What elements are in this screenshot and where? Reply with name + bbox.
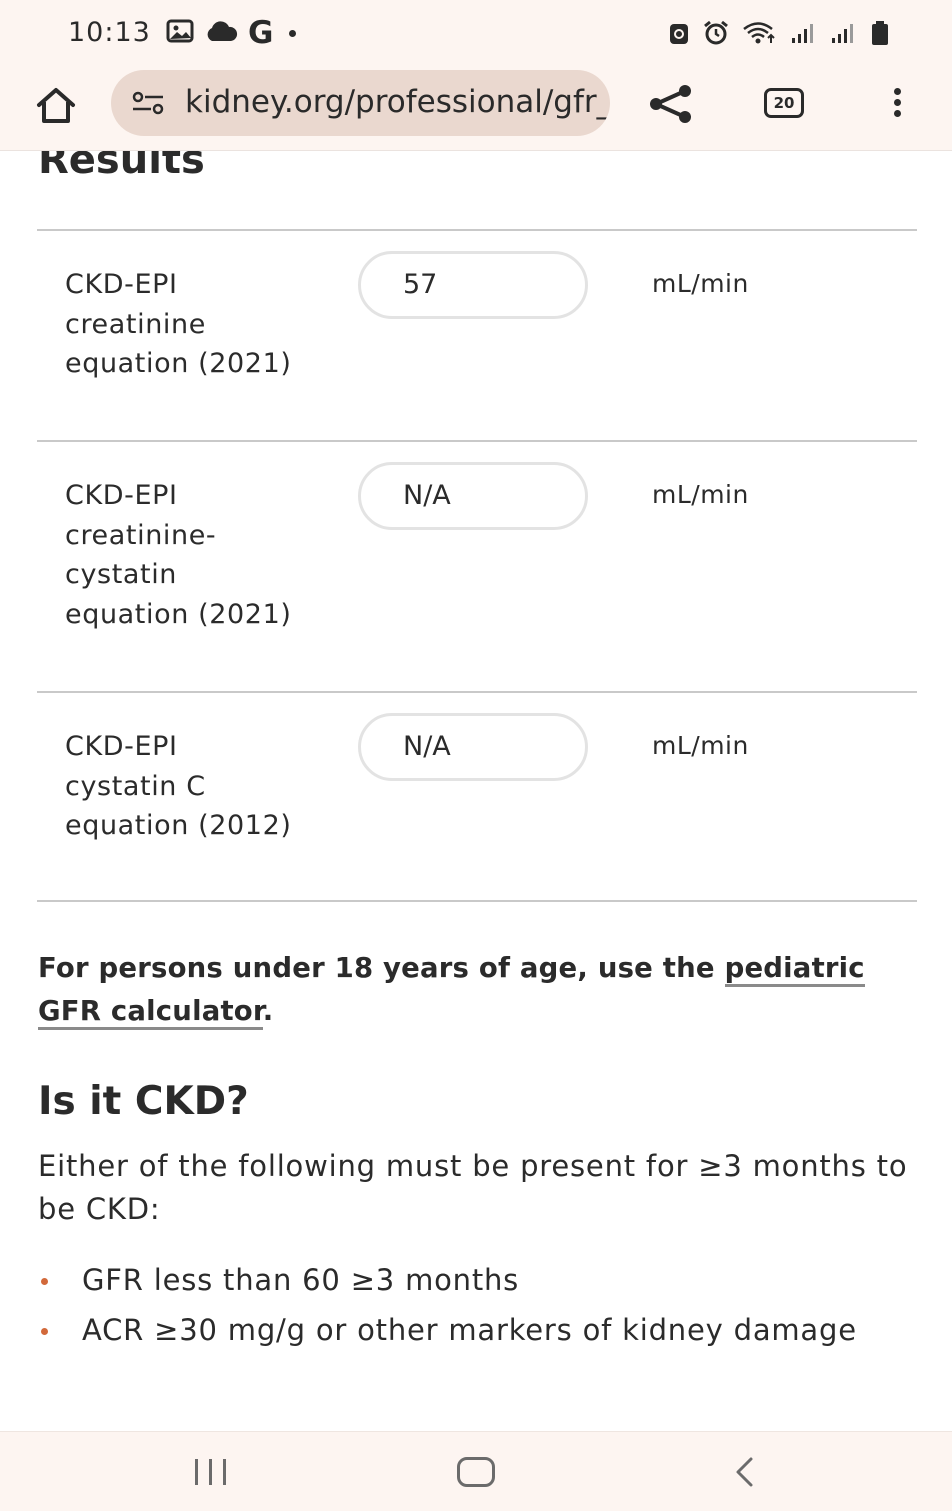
pediatric-note-suffix: . [262,995,274,1027]
result-row: CKD-EPI creatinine-cystatin equation (20… [37,440,917,691]
status-bar: 10:13 G [0,0,952,68]
tabs-count-button[interactable]: 20 [764,88,804,118]
result-unit: mL/min [652,480,749,509]
ckd-heading: Is it CKD? [38,1079,249,1124]
results-table: CKD-EPI creatinine equation (2021) 57 mL… [37,229,917,902]
result-unit: mL/min [652,269,749,298]
share-icon[interactable] [648,84,694,124]
browser-toolbar: kidney.org/professional/gfr_calculator 2… [0,68,952,151]
wifi-icon [742,21,778,49]
battery-icon [870,20,890,50]
ckd-criteria-list: GFR less than 60 ≥3 months ACR ≥30 mg/g … [38,1259,918,1359]
pediatric-note: For persons under 18 years of age, use t… [38,947,918,1033]
signal-icon [790,22,818,48]
result-label: CKD-EPI creatinine-cystatin equation (20… [65,480,292,630]
result-value-field: N/A [358,713,588,781]
vpn-lock-icon [668,20,690,50]
back-icon[interactable] [731,1456,757,1488]
bullet-icon [41,1278,48,1285]
list-item: GFR less than 60 ≥3 months [38,1259,918,1302]
site-settings-icon[interactable] [131,90,165,116]
recents-icon[interactable] [191,1458,231,1486]
home-nav-icon[interactable] [457,1457,495,1487]
google-icon: G [248,15,274,51]
gallery-icon [166,18,194,48]
result-row: CKD-EPI creatinine equation (2021) 57 mL… [37,229,917,440]
results-heading: Results [38,151,205,183]
cloud-icon [204,20,238,46]
status-right-icons [668,20,890,50]
notification-dot-icon [289,29,297,37]
list-item: ACR ≥30 mg/g or other markers of kidney … [38,1309,918,1352]
result-label: CKD-EPI creatinine equation (2021) [65,269,292,379]
result-value-field: 57 [358,251,588,319]
url-text[interactable]: kidney.org/professional/gfr_calculator [185,84,610,120]
result-label: CKD-EPI cystatin C equation (2012) [65,731,292,841]
ckd-description: Either of the following must be present … [38,1149,908,1226]
result-unit: mL/min [652,731,749,760]
ckd-criterion: GFR less than 60 ≥3 months [82,1263,520,1297]
status-left-icons: G [166,15,297,51]
ckd-criterion: ACR ≥30 mg/g or other markers of kidney … [82,1313,857,1347]
home-icon[interactable] [34,84,78,128]
more-vert-icon[interactable] [890,88,904,120]
status-time: 10:13 [68,17,151,48]
result-value-field: N/A [358,462,588,530]
url-bar[interactable]: kidney.org/professional/gfr_calculator [111,70,610,136]
bullet-icon [41,1328,48,1335]
pediatric-note-prefix: For persons under 18 years of age, use t… [38,952,725,984]
system-nav-bar [0,1431,952,1511]
signal-icon [830,22,858,48]
page-content: Results CKD-EPI creatinine equation (202… [0,151,952,1431]
result-row: CKD-EPI cystatin C equation (2012) N/A m… [37,691,917,902]
alarm-icon [702,20,730,50]
